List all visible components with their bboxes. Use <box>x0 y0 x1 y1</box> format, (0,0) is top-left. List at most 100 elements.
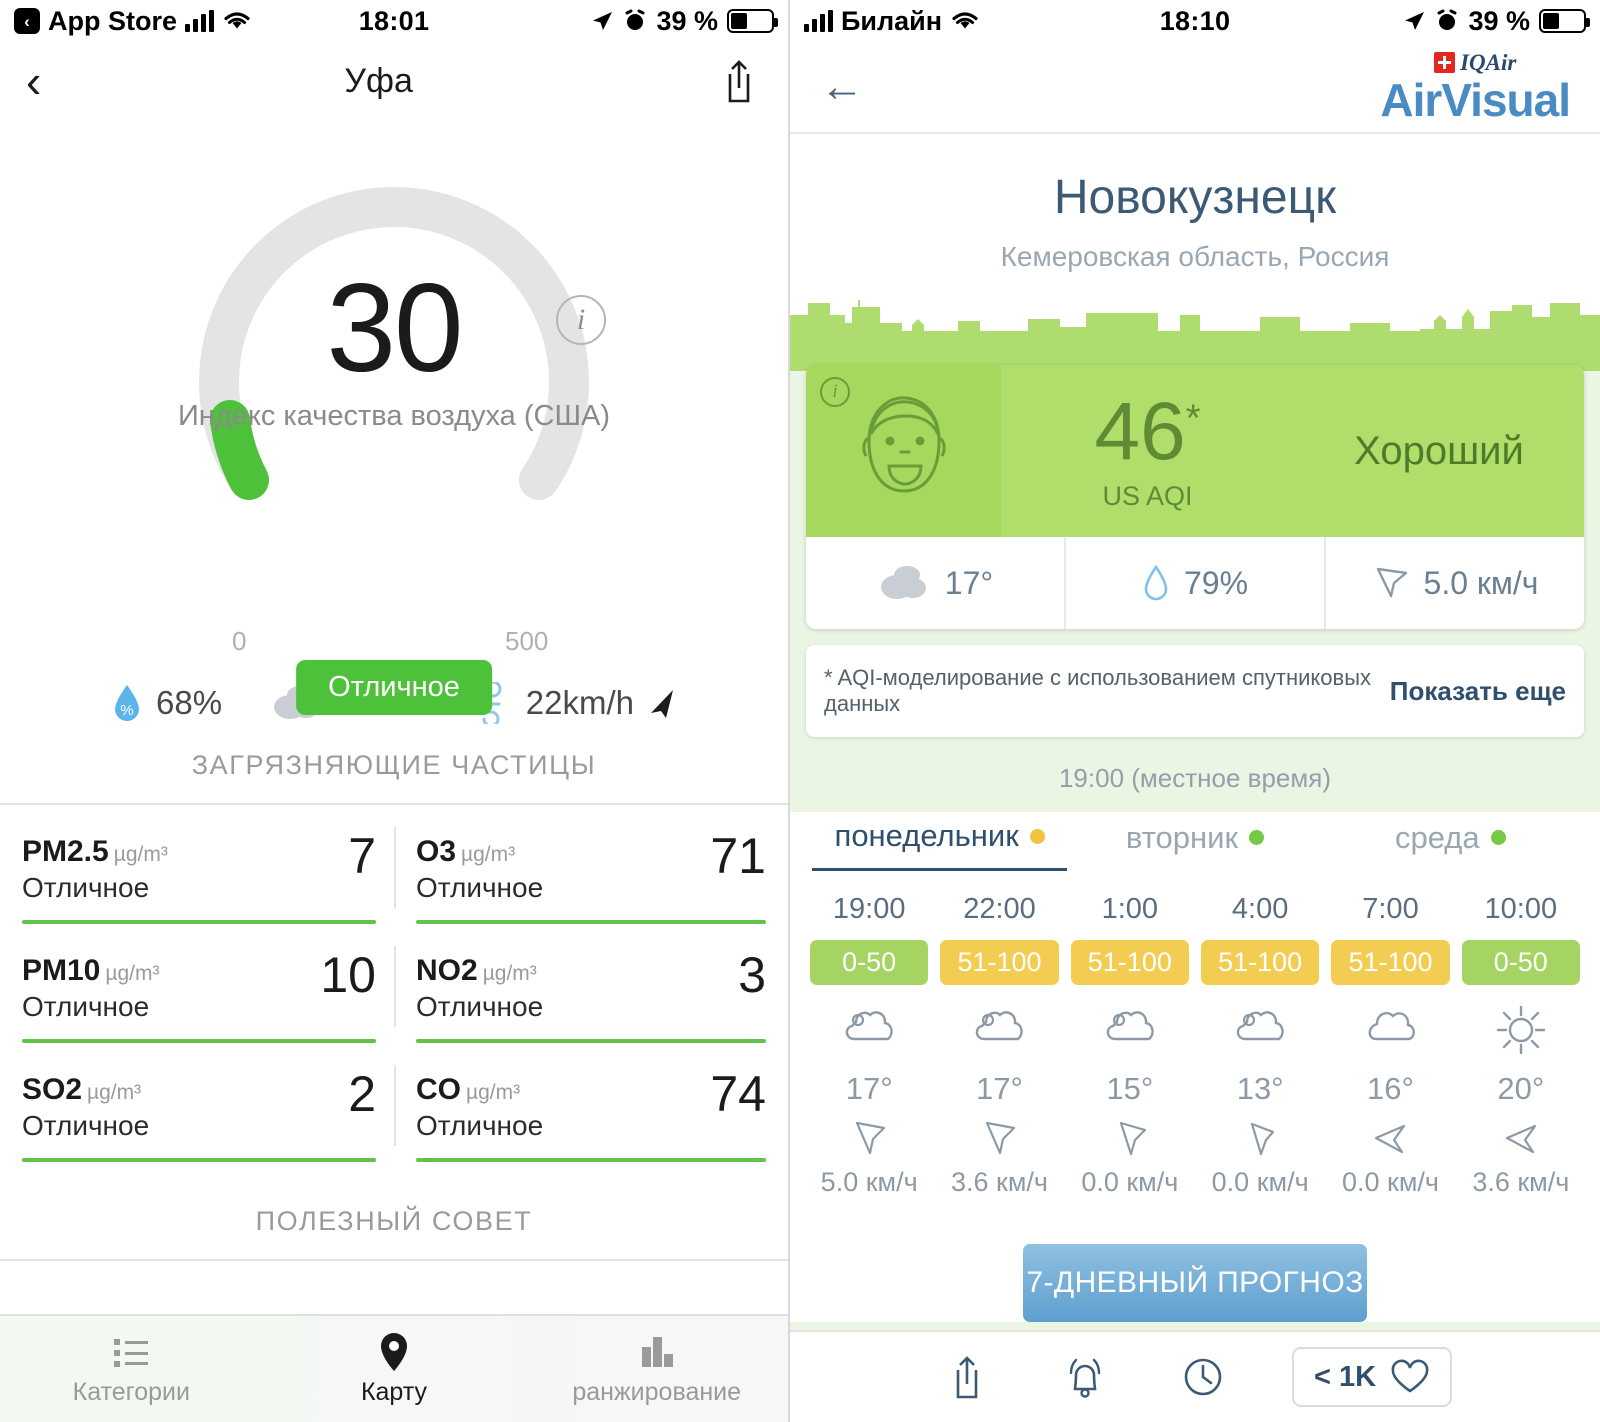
share-button[interactable] <box>716 58 762 104</box>
day-tab-monday[interactable]: понедельник <box>812 818 1068 871</box>
pollutant-name: O3 <box>416 835 457 868</box>
day-status-dot <box>1029 828 1045 844</box>
pollutant-value: 71 <box>710 828 766 884</box>
pollutant-cell[interactable]: CO µg/m³ Отличное 74 <box>394 1043 766 1162</box>
hour-column[interactable]: 1:00 51-100 15° 0.0 км/ч <box>1065 893 1195 1198</box>
city-name: Новокузнецк <box>1053 171 1337 224</box>
hour-column[interactable]: 7:00 51-100 16° 0.0 км/ч <box>1325 893 1455 1198</box>
back-app-label[interactable]: App Store <box>48 6 177 37</box>
hour-column[interactable]: 10:00 0-50 20° 3.6 км/ч <box>1456 893 1586 1198</box>
pollutant-cell[interactable]: O3 µg/m³ Отличное 71 <box>394 805 766 924</box>
hour-wind-speed: 0.0 км/ч <box>1341 1167 1439 1197</box>
bottom-tab-bar: Категории Карту ранжирование <box>0 1314 788 1422</box>
hour-time: 22:00 <box>963 893 1036 925</box>
history-button[interactable] <box>1174 1353 1232 1401</box>
pollutant-name: NO2 <box>416 954 478 987</box>
day-tab-wednesday[interactable]: среда <box>1323 818 1578 871</box>
city-skyline-illustration <box>790 295 1600 371</box>
pollutant-unit: µg/m³ <box>105 962 160 985</box>
gauge-scale-max: 500 <box>505 626 549 656</box>
battery-percent-label: 39 % <box>1468 5 1530 36</box>
logo-main-text: AirVisual <box>1380 73 1571 126</box>
alerts-button[interactable] <box>1056 1353 1114 1401</box>
temperature-item: 17° <box>806 537 1064 629</box>
aqi-value: 30 <box>326 259 463 398</box>
bell-icon <box>1069 1358 1101 1398</box>
pollutant-quality: Отличное <box>22 991 150 1022</box>
left-phone-screen: ‹ App Store 18:01 39 % ‹ Уфа i 30 Индекс… <box>0 0 790 1422</box>
show-more-link[interactable]: Показать еще <box>1390 676 1566 707</box>
status-bar: Билайн 18:10 39 % <box>790 0 1600 42</box>
tab-ranking[interactable]: ранжирование <box>525 1332 788 1407</box>
share-button[interactable] <box>938 1353 996 1401</box>
day-status-dot <box>1249 830 1265 845</box>
back-button[interactable]: ← <box>820 65 864 109</box>
aqi-card-weather: 17° 79% 5.0 км/ч <box>806 537 1584 629</box>
back-button[interactable]: ‹ <box>26 58 41 104</box>
seven-day-forecast-button[interactable]: 7-ДНЕВНЫЙ ПРОГНОЗ <box>1023 1244 1367 1322</box>
bottom-action-bar: < 1K <box>790 1330 1600 1422</box>
pollutant-cell[interactable]: PM10 µg/m³ Отличное 10 <box>22 924 394 1043</box>
pollutant-unit: µg/m³ <box>87 1081 142 1104</box>
info-icon[interactable]: i <box>820 377 850 407</box>
wind-direction-arrow-icon <box>1065 1113 1195 1165</box>
svg-text:%: % <box>120 702 133 719</box>
wifi-icon <box>224 12 250 29</box>
heart-icon[interactable] <box>1390 1359 1430 1395</box>
pollutant-bar <box>22 1158 376 1162</box>
navigation-bar: ← IQAir AirVisual <box>790 42 1600 134</box>
list-icon <box>0 1332 263 1372</box>
pollutant-cell[interactable]: NO2 µg/m³ Отличное 3 <box>394 924 766 1043</box>
tab-categories[interactable]: Категории <box>0 1332 263 1407</box>
partly-cloudy-icon <box>934 995 1064 1065</box>
status-bar-left: Билайн <box>804 6 1160 37</box>
navigation-bar: ‹ Уфа <box>0 42 788 120</box>
favorite-chip[interactable]: < 1K <box>1291 1347 1453 1407</box>
share-icon <box>956 1356 978 1399</box>
hour-column[interactable]: 22:00 51-100 17° 3.6 км/ч <box>934 893 1064 1198</box>
partly-cloudy-icon <box>804 995 934 1065</box>
alarm-icon <box>625 9 645 30</box>
pollutant-cell[interactable]: SO2 µg/m³ Отличное 2 <box>22 1043 394 1162</box>
day-tab-tuesday[interactable]: вторник <box>1067 818 1322 871</box>
map-pin-icon <box>263 1332 526 1372</box>
iqair-logo-icon: IQAir <box>1380 50 1570 76</box>
aqi-value-container: 46* US AQI <box>1001 365 1294 537</box>
signal-bars-icon <box>804 10 833 32</box>
disclaimer-text: * AQI-моделирование с использованием спу… <box>824 665 1372 716</box>
pollutant-unit: µg/m³ <box>466 1081 521 1104</box>
wind-direction-arrow-icon <box>804 1113 934 1165</box>
tab-map[interactable]: Карту <box>263 1332 526 1407</box>
hour-column[interactable]: 19:00 0-50 17° 5.0 км/ч <box>804 893 934 1198</box>
hour-column[interactable]: 4:00 51-100 13° 0.0 км/ч <box>1195 893 1325 1198</box>
pollutant-name: CO <box>416 1073 461 1106</box>
status-bar-right: 39 % <box>429 5 778 37</box>
wind-direction-arrow-icon <box>651 690 673 718</box>
pollutants-section-header: ЗАГРЯЗНЯЮЩИЕ ЧАСТИЦЫ <box>0 724 788 805</box>
battery-icon <box>727 9 778 33</box>
pollutant-value: 2 <box>348 1066 376 1122</box>
pollutant-value: 74 <box>710 1066 766 1122</box>
share-icon <box>728 60 750 103</box>
disclaimer-bar[interactable]: * AQI-моделирование с использованием спу… <box>806 645 1584 737</box>
city-region: Кемеровская область, Россия <box>1000 241 1390 272</box>
hour-wind-speed: 0.0 км/ч <box>1081 1167 1179 1197</box>
tab-label: Категории <box>72 1377 190 1406</box>
humidity-drop-icon: % <box>114 685 139 721</box>
signal-bars-icon <box>185 10 215 32</box>
pollutant-value: 3 <box>738 947 766 1003</box>
aqi-scale-label: US AQI <box>1102 480 1193 511</box>
pollutant-name: SO2 <box>22 1073 83 1106</box>
pollutant-quality: Отличное <box>416 1110 544 1141</box>
clock-icon <box>1184 1358 1222 1396</box>
hour-aqi-badge: 51-100 <box>1070 940 1189 985</box>
pollutant-name: PM10 <box>22 954 101 987</box>
pollutant-bar <box>416 1158 766 1162</box>
battery-percent-label: 39 % <box>656 5 718 36</box>
hour-temperature: 15° <box>1106 1071 1154 1106</box>
back-to-app-chip-icon[interactable]: ‹ <box>14 8 40 34</box>
aqi-summary-card[interactable]: i 46* US AQI Хороший 17° 79% 5.0 км/ч <box>806 365 1584 629</box>
pollutant-cell[interactable]: PM2.5 µg/m³ Отличное 7 <box>22 805 394 924</box>
right-phone-screen: Билайн 18:10 39 % ← IQAir AirVisual Ново… <box>790 0 1600 1422</box>
temperature-value: 17° <box>944 564 994 601</box>
